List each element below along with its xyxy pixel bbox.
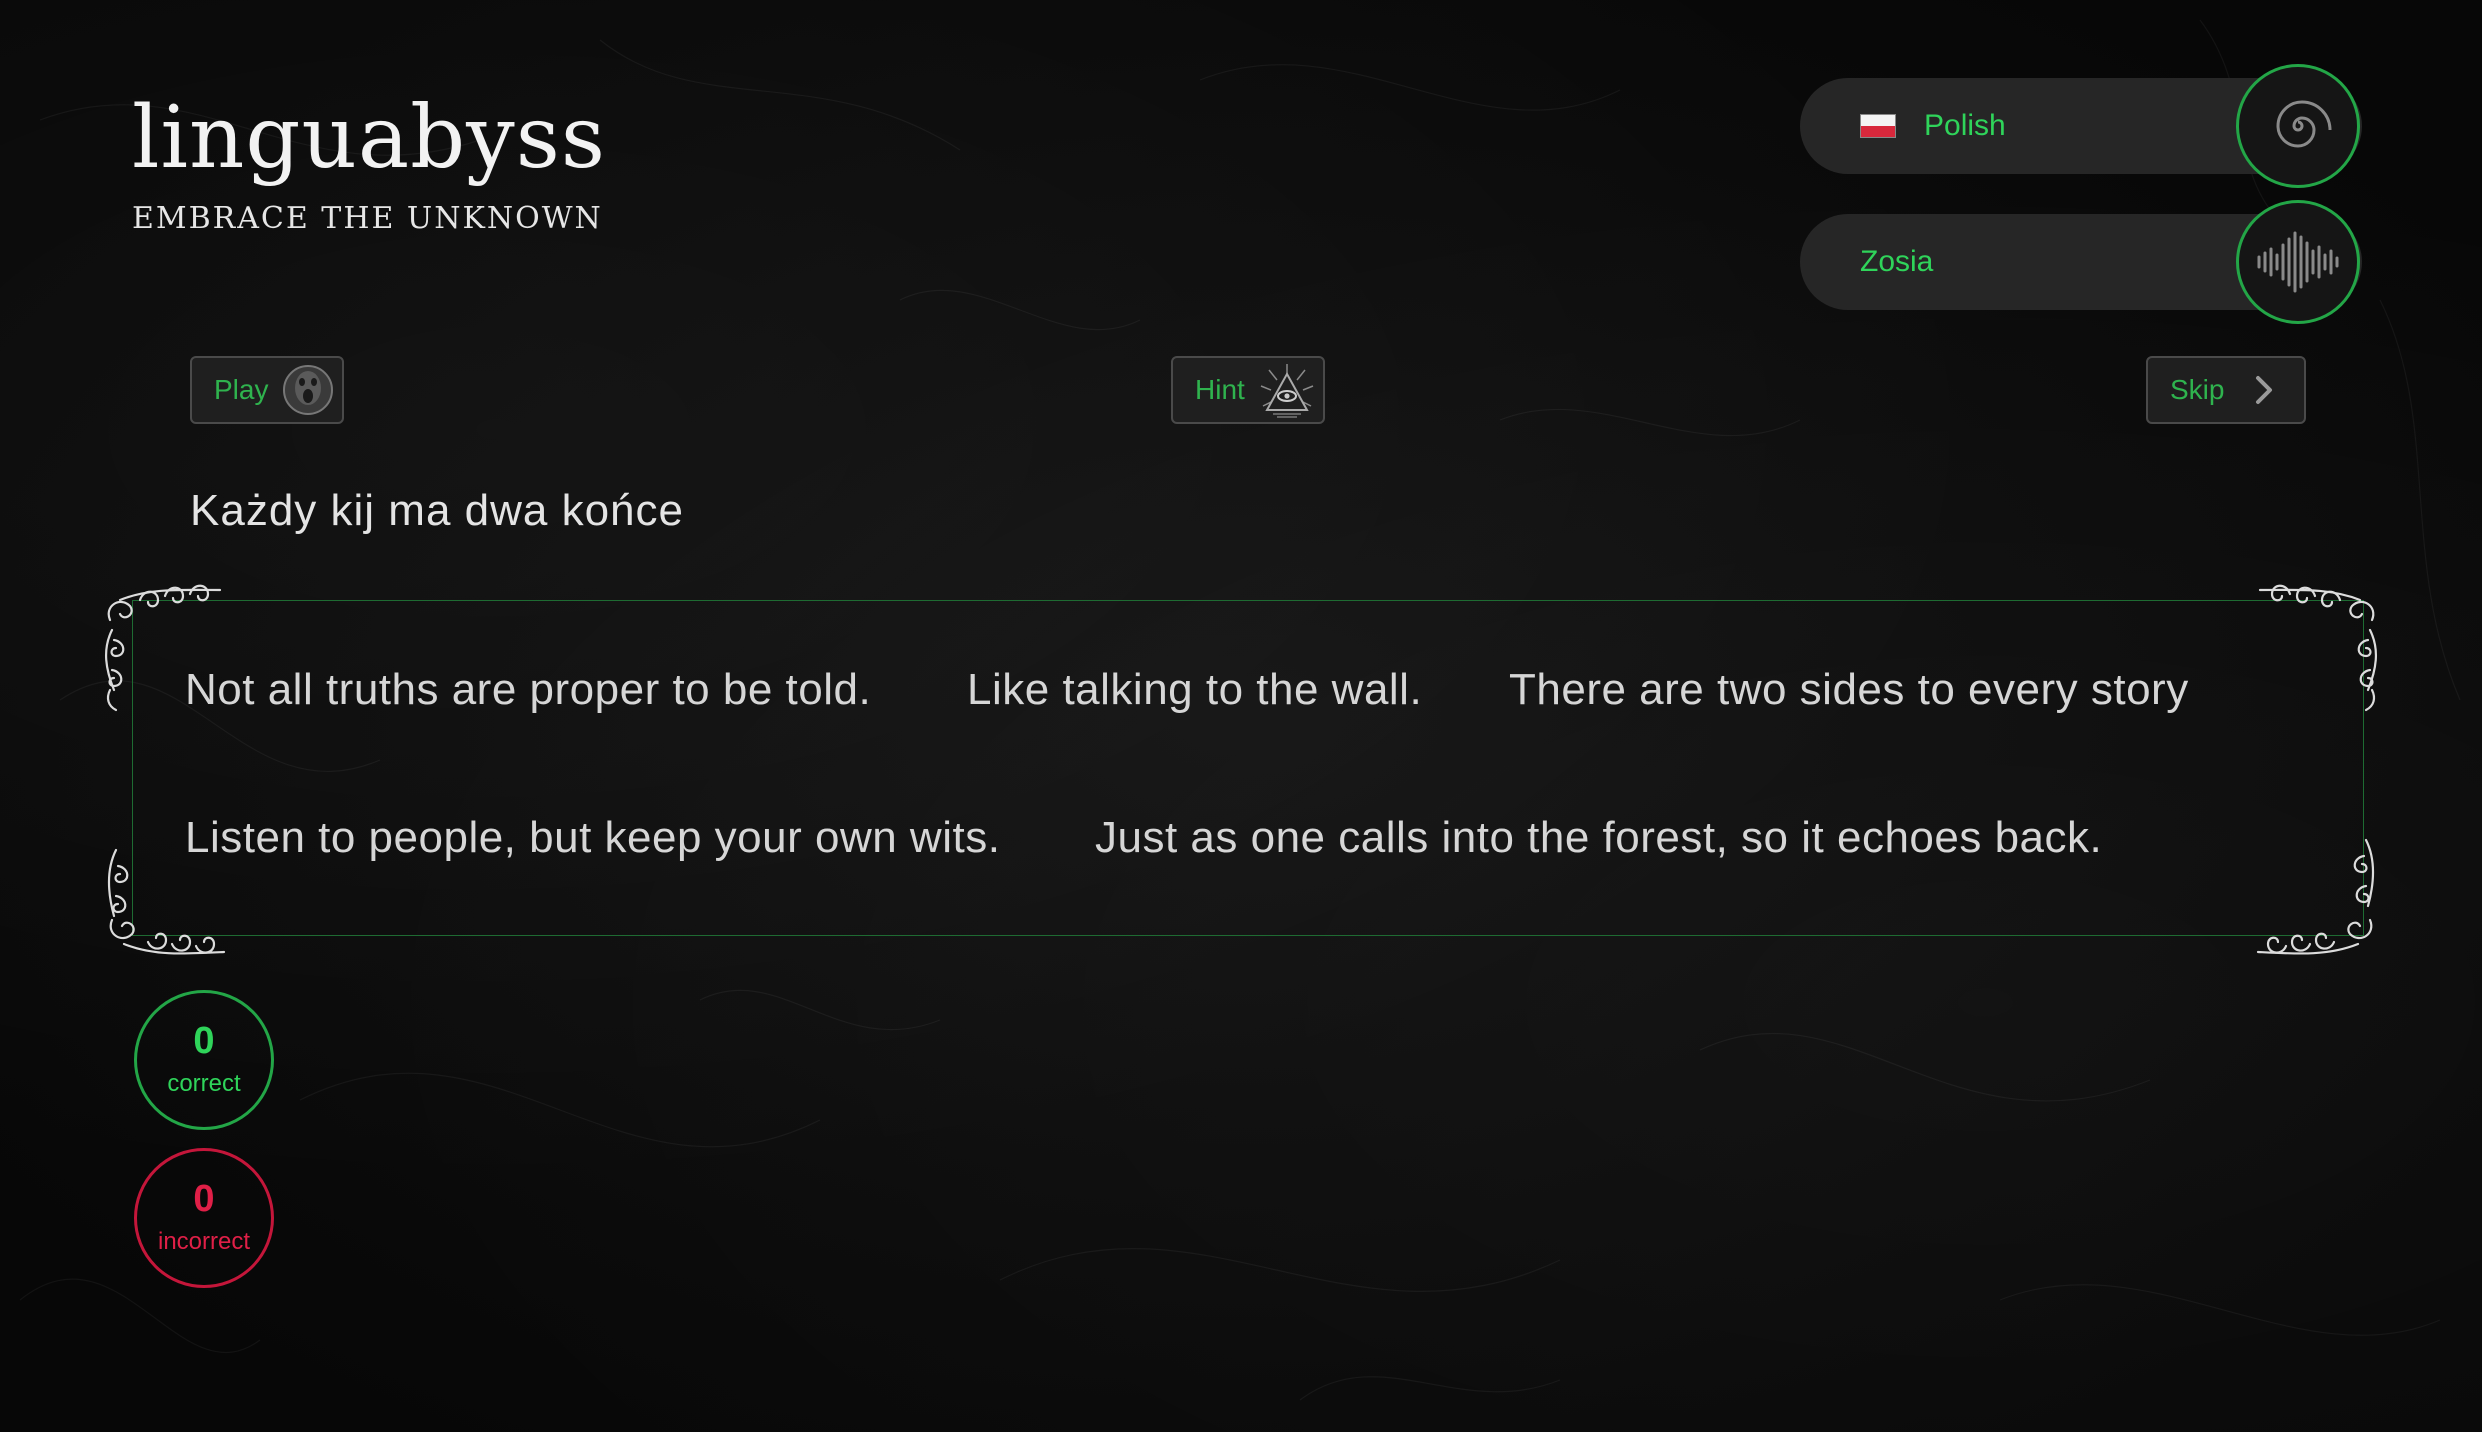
hint-label: Hint (1195, 374, 1245, 405)
poland-flag-icon (1860, 114, 1896, 138)
play-label: Play (214, 374, 269, 405)
correct-count: 0 (193, 1020, 215, 1062)
play-button[interactable]: Play (190, 356, 344, 424)
sound-wave-icon[interactable] (2236, 200, 2360, 324)
spiral-icon[interactable] (2236, 64, 2360, 188)
incorrect-count: 0 (193, 1178, 215, 1220)
prompt-phrase: Każdy kij ma dwa końce (190, 486, 684, 535)
app-title: linguabyss (132, 88, 607, 188)
skip-button[interactable]: Skip (2146, 356, 2306, 424)
logo: linguabyss EMBRACE THE UNKNOWN (132, 95, 606, 236)
chevron-right-icon (2252, 374, 2276, 406)
correct-label: correct (167, 1070, 241, 1097)
voice-label: Zosia (1860, 245, 1934, 278)
hint-button[interactable]: Hint (1171, 356, 1325, 424)
answer-option[interactable]: Just as one calls into the forest, so it… (1095, 813, 2102, 863)
answer-option[interactable]: Like talking to the wall. (967, 665, 1422, 715)
incorrect-score: 0 incorrect (134, 1148, 274, 1288)
answer-option[interactable]: There are two sides to every story (1509, 665, 2189, 715)
language-label: Polish (1924, 109, 2006, 142)
incorrect-label: incorrect (157, 1228, 251, 1255)
app-tagline: EMBRACE THE UNKNOWN (132, 201, 603, 236)
all-seeing-eye-icon (1259, 362, 1315, 418)
answer-option[interactable]: Not all truths are proper to be told. (185, 665, 871, 715)
correct-score: 0 correct (134, 990, 274, 1130)
answer-options-panel: Not all truths are proper to be told. Li… (132, 600, 2364, 936)
screaming-face-icon (282, 364, 334, 416)
answer-option[interactable]: Listen to people, but keep your own wits… (185, 813, 1000, 863)
skip-label: Skip (2170, 374, 2225, 405)
